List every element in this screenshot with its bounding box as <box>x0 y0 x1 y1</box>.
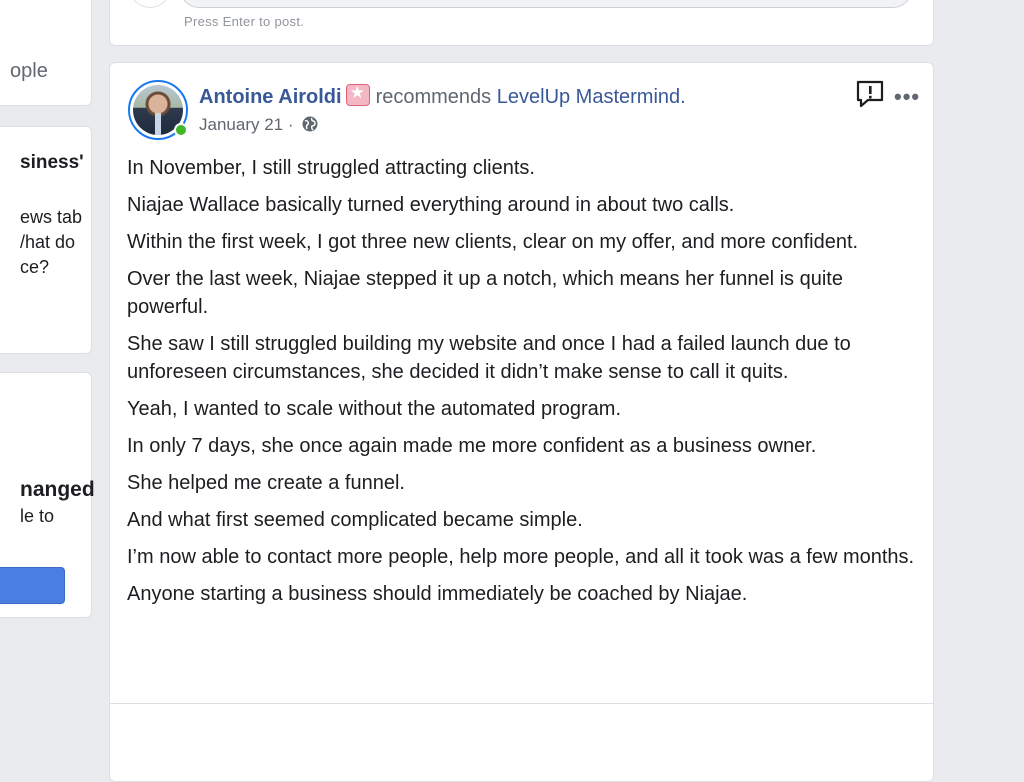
more-options-icon[interactable]: ••• <box>894 84 920 110</box>
post-paragraph: In November, I still struggled attractin… <box>127 157 535 179</box>
composer-hint: Press Enter to post. <box>184 14 305 29</box>
post-paragraph: I’m now able to contact more people, hel… <box>127 546 915 568</box>
post-meta: January 21 · <box>199 115 319 138</box>
post-paragraph: She helped me create a funnel. <box>127 472 405 494</box>
post-action-text: recommends <box>375 86 492 108</box>
post-divider <box>110 703 933 704</box>
post-paragraph: Within the first week, I got three new c… <box>127 231 859 253</box>
report-icon[interactable] <box>855 79 885 114</box>
left-card-business-line: /hat do <box>20 232 76 252</box>
star-badge-icon: ★ <box>345 83 370 106</box>
left-card-business-line: ews tab <box>20 207 83 227</box>
left-card-changed-title: nanged <box>20 478 95 501</box>
post-paragraph: Over the last week, Niajae stepped it up… <box>127 268 843 318</box>
post-date-link[interactable]: January 21 · <box>199 115 294 134</box>
left-card-business-line: ce? <box>20 257 50 277</box>
online-status-icon <box>174 123 188 137</box>
left-card-people <box>0 0 92 106</box>
page-link[interactable]: LevelUp Mastermind. <box>497 86 686 108</box>
left-card-action-button[interactable] <box>0 567 65 604</box>
post-body: In November, I still struggled attractin… <box>127 154 927 617</box>
post-paragraph: Yeah, I wanted to scale without the auto… <box>127 398 622 420</box>
left-card-people-label[interactable]: ople <box>10 60 48 83</box>
post-paragraph: And what first seemed complicated became… <box>127 509 583 531</box>
author-name-link[interactable]: Antoine Airoldi <box>199 86 342 108</box>
left-card-business-title: siness' <box>20 152 84 173</box>
post-header: Antoine Airoldi ★ recommends LevelUp Maste… <box>199 83 686 109</box>
globe-icon <box>301 115 319 138</box>
post-paragraph: In only 7 days, she once again made me m… <box>127 435 817 457</box>
post-paragraph: She saw I still struggled building my we… <box>127 333 851 383</box>
post-paragraph: Anyone starting a business should immedi… <box>127 583 748 605</box>
comment-input[interactable] <box>180 0 912 8</box>
left-card-changed-sub: le to <box>20 506 55 526</box>
post-paragraph: Niajae Wallace basically turned everythi… <box>127 194 735 216</box>
